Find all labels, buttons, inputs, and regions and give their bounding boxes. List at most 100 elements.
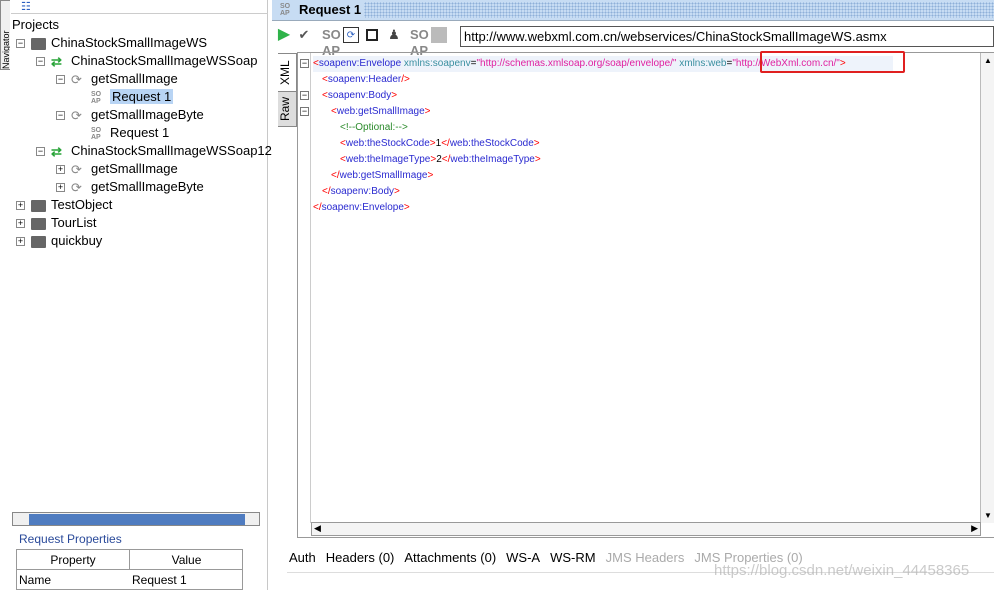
collapse-icon[interactable]: −: [56, 111, 65, 121]
xml-token-tag: soapenv:Envelope: [318, 58, 402, 69]
xml-line: </web:getSmallImage>: [331, 168, 433, 184]
tree-node-label: getSmallImage: [91, 161, 178, 176]
editor-vertical-scrollbar[interactable]: ▲ ▼: [980, 53, 994, 523]
tab-headers[interactable]: Headers (0): [326, 550, 395, 565]
tree-node-label: getSmallImageByte: [91, 107, 204, 122]
soap-request-icon: SO AP: [91, 90, 102, 105]
navigator-tab[interactable]: Navigator: [0, 0, 10, 70]
fold-toggle-icon[interactable]: −: [300, 107, 309, 116]
xml-token-br: </: [441, 138, 450, 149]
xml-token-br: >: [403, 202, 410, 213]
navigator-toolbar: ☷: [11, 0, 268, 14]
soap-settings-icon[interactable]: SO AP: [410, 27, 429, 58]
tree-node-project[interactable]: + quickbuy: [16, 232, 102, 250]
expand-icon[interactable]: +: [56, 165, 65, 175]
xml-line: <!--Optional:-->: [340, 120, 408, 136]
request-title: Request 1: [299, 2, 362, 17]
editor-horizontal-scrollbar[interactable]: ◀ ▶: [311, 522, 981, 536]
fold-gutter: [298, 53, 311, 523]
collapse-icon[interactable]: −: [16, 39, 25, 49]
xml-token-attr: xmlns:web: [676, 58, 727, 69]
column-header-value[interactable]: Value: [130, 550, 243, 570]
xml-token-br: >: [394, 186, 400, 197]
fold-toggle-icon[interactable]: −: [300, 59, 309, 68]
tab-attachments[interactable]: Attachments (0): [404, 550, 496, 565]
xml-line: <web:theStockCode>1</web:theStockCode>: [340, 136, 540, 152]
xml-token-tag: web:getSmallImage: [336, 106, 425, 117]
xml-token-tag: web:theImageType: [345, 154, 431, 165]
tab-auth[interactable]: Auth: [289, 550, 316, 565]
interface-icon: ⇄: [51, 143, 62, 159]
tree-node-request[interactable]: SO AP Request 1: [76, 124, 169, 142]
stop-icon[interactable]: [366, 29, 378, 41]
tree-node-operation[interactable]: − ⟳ getSmallImage: [56, 70, 178, 88]
tree-node-project[interactable]: + TestObject: [16, 196, 112, 214]
tree-root: Projects: [12, 17, 59, 32]
request-properties-table: Property Value Name Request 1: [16, 549, 243, 590]
property-value[interactable]: Request 1: [132, 570, 187, 590]
xml-token-cmt: <!--Optional:-->: [340, 122, 408, 133]
tree-node-operation[interactable]: + ⟳ getSmallImageByte: [56, 178, 204, 196]
tree-node-project[interactable]: + TourList: [16, 214, 97, 232]
list-view-icon[interactable]: ☷: [21, 0, 31, 13]
xml-token-br: >: [424, 106, 431, 117]
xml-token-tag: web:theStockCode: [345, 138, 430, 149]
xml-token-br: >: [391, 90, 398, 101]
run-icon[interactable]: ▶: [276, 27, 292, 43]
soap-icon: SO AP: [280, 3, 291, 17]
xml-line: <soapenv:Header/>: [322, 72, 410, 88]
disabled-action-icon: [431, 27, 447, 43]
xml-token-tag: soapenv:Envelope: [321, 202, 404, 213]
collapse-icon[interactable]: −: [36, 57, 45, 67]
tree-node-request[interactable]: SO AP Request 1: [76, 88, 174, 106]
tree-node-interface[interactable]: − ⇄ ChinaStockSmallImageWSSoap: [36, 52, 257, 70]
validate-icon[interactable]: ✔: [296, 27, 312, 43]
tab-raw[interactable]: Raw: [278, 91, 297, 127]
collapse-icon[interactable]: −: [56, 75, 65, 85]
collapse-icon[interactable]: −: [36, 147, 45, 157]
stamp-icon[interactable]: ♟: [386, 27, 402, 43]
tree-node-interface[interactable]: − ⇄ ChinaStockSmallImageWSSoap12: [36, 142, 272, 160]
tree-node-operation[interactable]: + ⟳ getSmallImage: [56, 160, 178, 178]
xml-token-tag: web:theImageType: [450, 154, 535, 165]
xml-token-tag: soapenv:Header: [327, 74, 402, 85]
column-header-property[interactable]: Property: [17, 550, 130, 570]
tree-node-label: getSmallImageByte: [91, 179, 204, 194]
expand-icon[interactable]: +: [16, 219, 25, 229]
tree-horizontal-scrollbar[interactable]: [12, 512, 260, 526]
soap-request-icon: SO AP: [91, 126, 102, 141]
xml-line: <web:theImageType>2</web:theImageType>: [340, 152, 541, 168]
soap-action-icon[interactable]: SO AP: [322, 27, 341, 58]
tab-xml[interactable]: XML: [278, 53, 297, 93]
endpoint-url-input[interactable]: http://www.webxml.com.cn/webservices/Chi…: [460, 26, 994, 47]
xml-token-val: "http://schemas.xmlsoap.org/soap/envelop…: [476, 58, 677, 69]
refresh-icon[interactable]: ⟳: [343, 27, 359, 43]
tree-node-label: ChinaStockSmallImageWS: [51, 35, 208, 50]
folder-icon: [31, 217, 46, 230]
tab-ws-rm[interactable]: WS-RM: [550, 550, 596, 565]
tree-node-label: ChinaStockSmallImageWSSoap12: [71, 143, 272, 158]
folder-icon: [31, 235, 46, 248]
xml-editor[interactable]: ▲ ▼ ◀ ▶ − <soapenv:Envelope xmlns:soapenv="…: [297, 52, 994, 538]
tab-jms-headers: JMS Headers: [605, 550, 685, 565]
expand-icon[interactable]: +: [16, 237, 25, 247]
tree-node-label: Request 1: [110, 125, 170, 140]
expand-icon[interactable]: +: [16, 201, 25, 211]
tree-node-label: TourList: [51, 215, 97, 230]
scroll-thumb[interactable]: [29, 514, 245, 525]
tree-node-project[interactable]: − ChinaStockSmallImageWS: [16, 34, 207, 52]
xml-token-br: >: [534, 154, 541, 165]
interface-icon: ⇄: [51, 53, 62, 69]
tab-ws-a[interactable]: WS-A: [506, 550, 540, 565]
expand-icon[interactable]: +: [56, 183, 65, 193]
folder-icon: [31, 199, 46, 212]
operation-icon: ⟳: [71, 107, 82, 123]
operation-icon: ⟳: [71, 71, 82, 87]
xml-token-tag: web:getSmallImage: [339, 170, 428, 181]
tree-node-operation[interactable]: − ⟳ getSmallImageByte: [56, 106, 204, 124]
xml-token-tag: soapenv:Body: [327, 90, 392, 101]
fold-toggle-icon[interactable]: −: [300, 91, 309, 100]
tree-node-label: Request 1: [110, 89, 174, 104]
tree-node-label: ChinaStockSmallImageWSSoap: [71, 53, 258, 68]
xml-line: </soapenv:Body>: [322, 184, 400, 200]
